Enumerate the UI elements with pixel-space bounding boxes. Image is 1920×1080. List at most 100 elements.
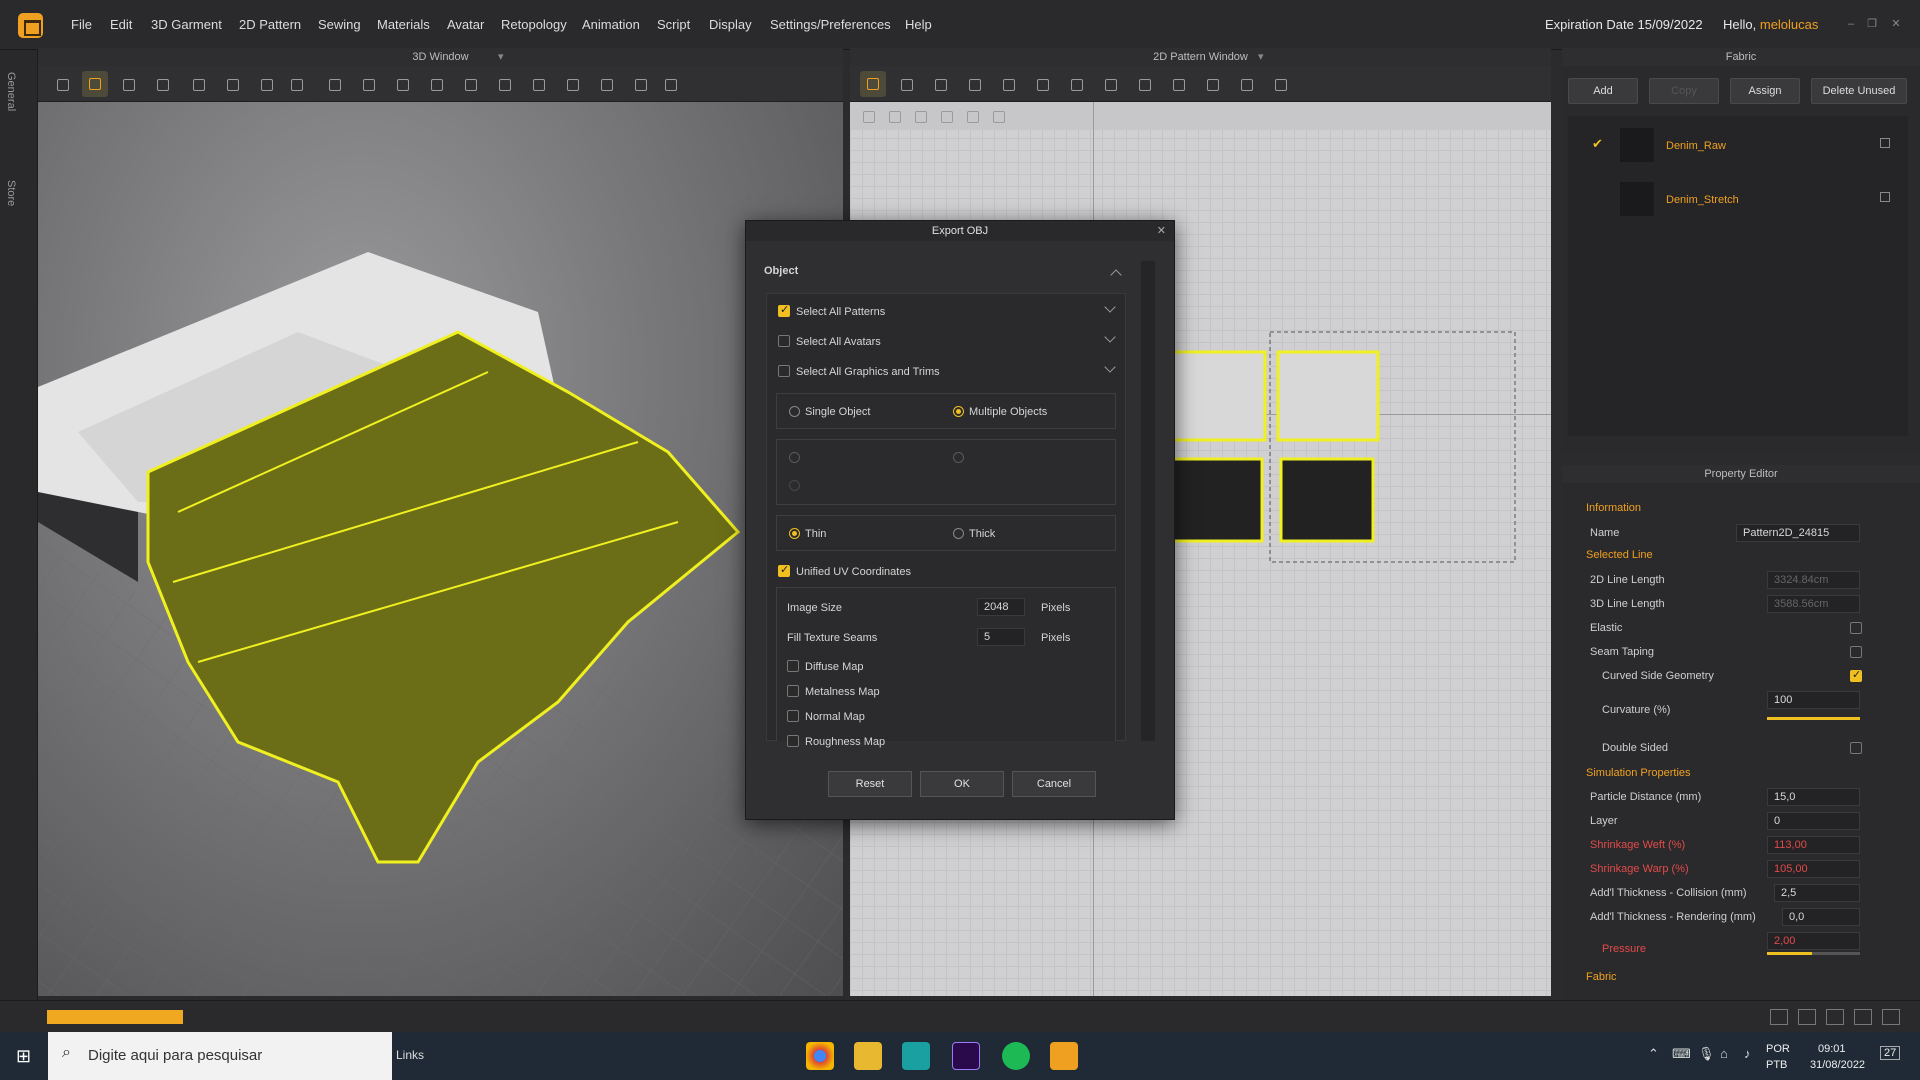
menu-materials[interactable]: Materials bbox=[377, 17, 430, 32]
windows-start-icon[interactable]: ⊞ bbox=[16, 1046, 31, 1067]
select-all-graphics-checkbox[interactable] bbox=[778, 365, 790, 377]
ok-button[interactable]: OK bbox=[920, 771, 1004, 797]
clock-time[interactable]: 09:01 bbox=[1818, 1043, 1846, 1055]
zipper-tool-icon[interactable] bbox=[462, 76, 478, 92]
menu-animation[interactable]: Animation bbox=[582, 17, 640, 32]
language-code[interactable]: POR bbox=[1766, 1043, 1790, 1055]
pressure-field[interactable]: 2,00 bbox=[1767, 932, 1860, 950]
tab-store[interactable]: Store bbox=[5, 180, 17, 206]
metalness-map-checkbox[interactable] bbox=[787, 685, 799, 697]
keyboard-layout[interactable]: PTB bbox=[1766, 1059, 1787, 1071]
curved-side-label[interactable]: Curved Side Geometry bbox=[1602, 670, 1714, 682]
menu-avatar[interactable]: Avatar bbox=[447, 17, 484, 32]
pleat-tool-icon[interactable] bbox=[1204, 76, 1220, 92]
section-simulation-properties[interactable]: Simulation Properties bbox=[1586, 767, 1691, 779]
select-move-tool-icon[interactable] bbox=[54, 76, 70, 92]
layout-quad-icon[interactable] bbox=[1854, 1009, 1872, 1025]
curvature-slider[interactable] bbox=[1767, 717, 1860, 720]
cancel-button[interactable]: Cancel bbox=[1012, 771, 1096, 797]
file-explorer-icon[interactable] bbox=[854, 1042, 882, 1070]
grid-tool-icon[interactable] bbox=[1068, 76, 1084, 92]
premiere-icon[interactable] bbox=[952, 1042, 980, 1070]
unified-uv-checkbox[interactable] bbox=[778, 563, 790, 577]
seam-taping-checkbox[interactable] bbox=[1850, 646, 1862, 658]
diffuse-map-checkbox[interactable] bbox=[787, 660, 799, 672]
thin-radio[interactable] bbox=[789, 528, 800, 539]
roughness-map-checkbox[interactable] bbox=[787, 735, 799, 747]
menu-sewing[interactable]: Sewing bbox=[318, 17, 361, 32]
layout-single-icon[interactable] bbox=[1770, 1009, 1788, 1025]
export-icon[interactable] bbox=[1880, 138, 1890, 148]
menu-2d-pattern[interactable]: 2D Pattern bbox=[239, 17, 301, 32]
elastic-checkbox[interactable] bbox=[1850, 622, 1862, 634]
volume-icon[interactable]: ♪ bbox=[1744, 1046, 1751, 1061]
notifications-badge[interactable]: 27 bbox=[1880, 1046, 1901, 1060]
pin-tool-icon[interactable] bbox=[258, 76, 274, 92]
clock-date[interactable]: 31/08/2022 bbox=[1810, 1059, 1865, 1071]
pattern-piece[interactable] bbox=[1279, 457, 1375, 543]
section-selected-line[interactable]: Selected Line bbox=[1586, 549, 1653, 561]
section-fabric[interactable]: Fabric bbox=[1586, 971, 1617, 983]
menu-retopology[interactable]: Retopology bbox=[501, 17, 567, 32]
minimize-icon[interactable]: – bbox=[1845, 18, 1857, 30]
pattern-piece[interactable] bbox=[1276, 350, 1380, 442]
layout-triple-icon[interactable] bbox=[1826, 1009, 1844, 1025]
menu-3d-garment[interactable]: 3D Garment bbox=[151, 17, 222, 32]
list-item[interactable]: Denim_Stretch bbox=[1568, 178, 1908, 218]
ruler-tool-icon[interactable] bbox=[1238, 76, 1254, 92]
pressure-slider[interactable] bbox=[1767, 952, 1860, 955]
avatar-pose-tool-icon[interactable] bbox=[662, 76, 678, 92]
network-icon[interactable]: ⌨ bbox=[1672, 1046, 1691, 1062]
multiple-objects-radio[interactable] bbox=[953, 406, 964, 417]
select-all-avatars-checkbox[interactable] bbox=[778, 335, 790, 347]
fold-arrangement-tool-icon[interactable] bbox=[1102, 76, 1118, 92]
sewing-tool-icon[interactable] bbox=[598, 76, 614, 92]
viewport-3d[interactable] bbox=[38, 102, 843, 996]
double-sided-checkbox[interactable] bbox=[1850, 742, 1862, 754]
layout-split-icon[interactable] bbox=[1798, 1009, 1816, 1025]
chrome-icon[interactable] bbox=[806, 1042, 834, 1070]
select-mesh-tool-icon[interactable] bbox=[120, 76, 136, 92]
thickness-collision-field[interactable]: 2,5 bbox=[1774, 884, 1860, 902]
arrangement-tool-icon[interactable] bbox=[190, 76, 206, 92]
add-fabric-button[interactable]: Add bbox=[1568, 78, 1638, 104]
tack-tool-icon[interactable] bbox=[288, 76, 304, 92]
trim-tool-icon[interactable] bbox=[530, 76, 546, 92]
layout-custom-icon[interactable] bbox=[1882, 1009, 1900, 1025]
edit-pattern-tool-icon[interactable] bbox=[860, 71, 886, 97]
fill-seams-field[interactable]: 5 bbox=[977, 628, 1025, 646]
free-sewing-tool-icon[interactable] bbox=[1170, 76, 1186, 92]
chevron-down-icon[interactable]: ▾ bbox=[498, 48, 504, 66]
segment-sewing-tool-icon[interactable] bbox=[1136, 76, 1152, 92]
close-icon[interactable]: ✕ bbox=[1157, 224, 1166, 237]
measure-tool-icon[interactable] bbox=[326, 76, 342, 92]
layer-field[interactable]: 0 bbox=[1767, 812, 1860, 830]
button-tool-icon[interactable] bbox=[428, 76, 444, 92]
seam-tool-icon[interactable] bbox=[394, 76, 410, 92]
shrinkage-weft-field[interactable]: 113,00 bbox=[1767, 836, 1860, 854]
chevron-down-icon[interactable]: ▾ bbox=[1258, 48, 1264, 66]
clo3d-icon[interactable] bbox=[1050, 1042, 1078, 1070]
close-icon[interactable]: ✕ bbox=[1890, 18, 1902, 30]
menu-help[interactable]: Help bbox=[905, 17, 932, 32]
collapse-icon[interactable] bbox=[1110, 269, 1122, 281]
thickness-rendering-field[interactable]: 0,0 bbox=[1782, 908, 1860, 926]
select-all-patterns-checkbox[interactable] bbox=[778, 303, 790, 317]
thick-radio[interactable] bbox=[953, 528, 964, 539]
taskbar-search[interactable]: ⌕ Digite aqui para pesquisar bbox=[48, 1032, 392, 1080]
restore-icon[interactable]: ❐ bbox=[1866, 18, 1878, 30]
tab-general[interactable]: General bbox=[5, 72, 17, 111]
walk-tool-icon[interactable] bbox=[632, 76, 648, 92]
edit-point-tool-icon[interactable] bbox=[898, 76, 914, 92]
line-tool-icon[interactable] bbox=[360, 76, 376, 92]
export-icon[interactable] bbox=[1880, 192, 1890, 202]
polygon-tool-icon[interactable] bbox=[932, 76, 948, 92]
spotify-icon[interactable] bbox=[1002, 1042, 1030, 1070]
shrinkage-warp-field[interactable]: 105,00 bbox=[1767, 860, 1860, 878]
tray-expand-icon[interactable]: ⌃ bbox=[1648, 1046, 1659, 1062]
pressure-label[interactable]: Pressure bbox=[1602, 943, 1646, 955]
puckering-tool-icon[interactable] bbox=[564, 76, 580, 92]
transform-tool-icon[interactable] bbox=[82, 71, 108, 97]
dialog-scrollbar[interactable] bbox=[1141, 261, 1155, 741]
app-logo[interactable] bbox=[18, 13, 43, 38]
